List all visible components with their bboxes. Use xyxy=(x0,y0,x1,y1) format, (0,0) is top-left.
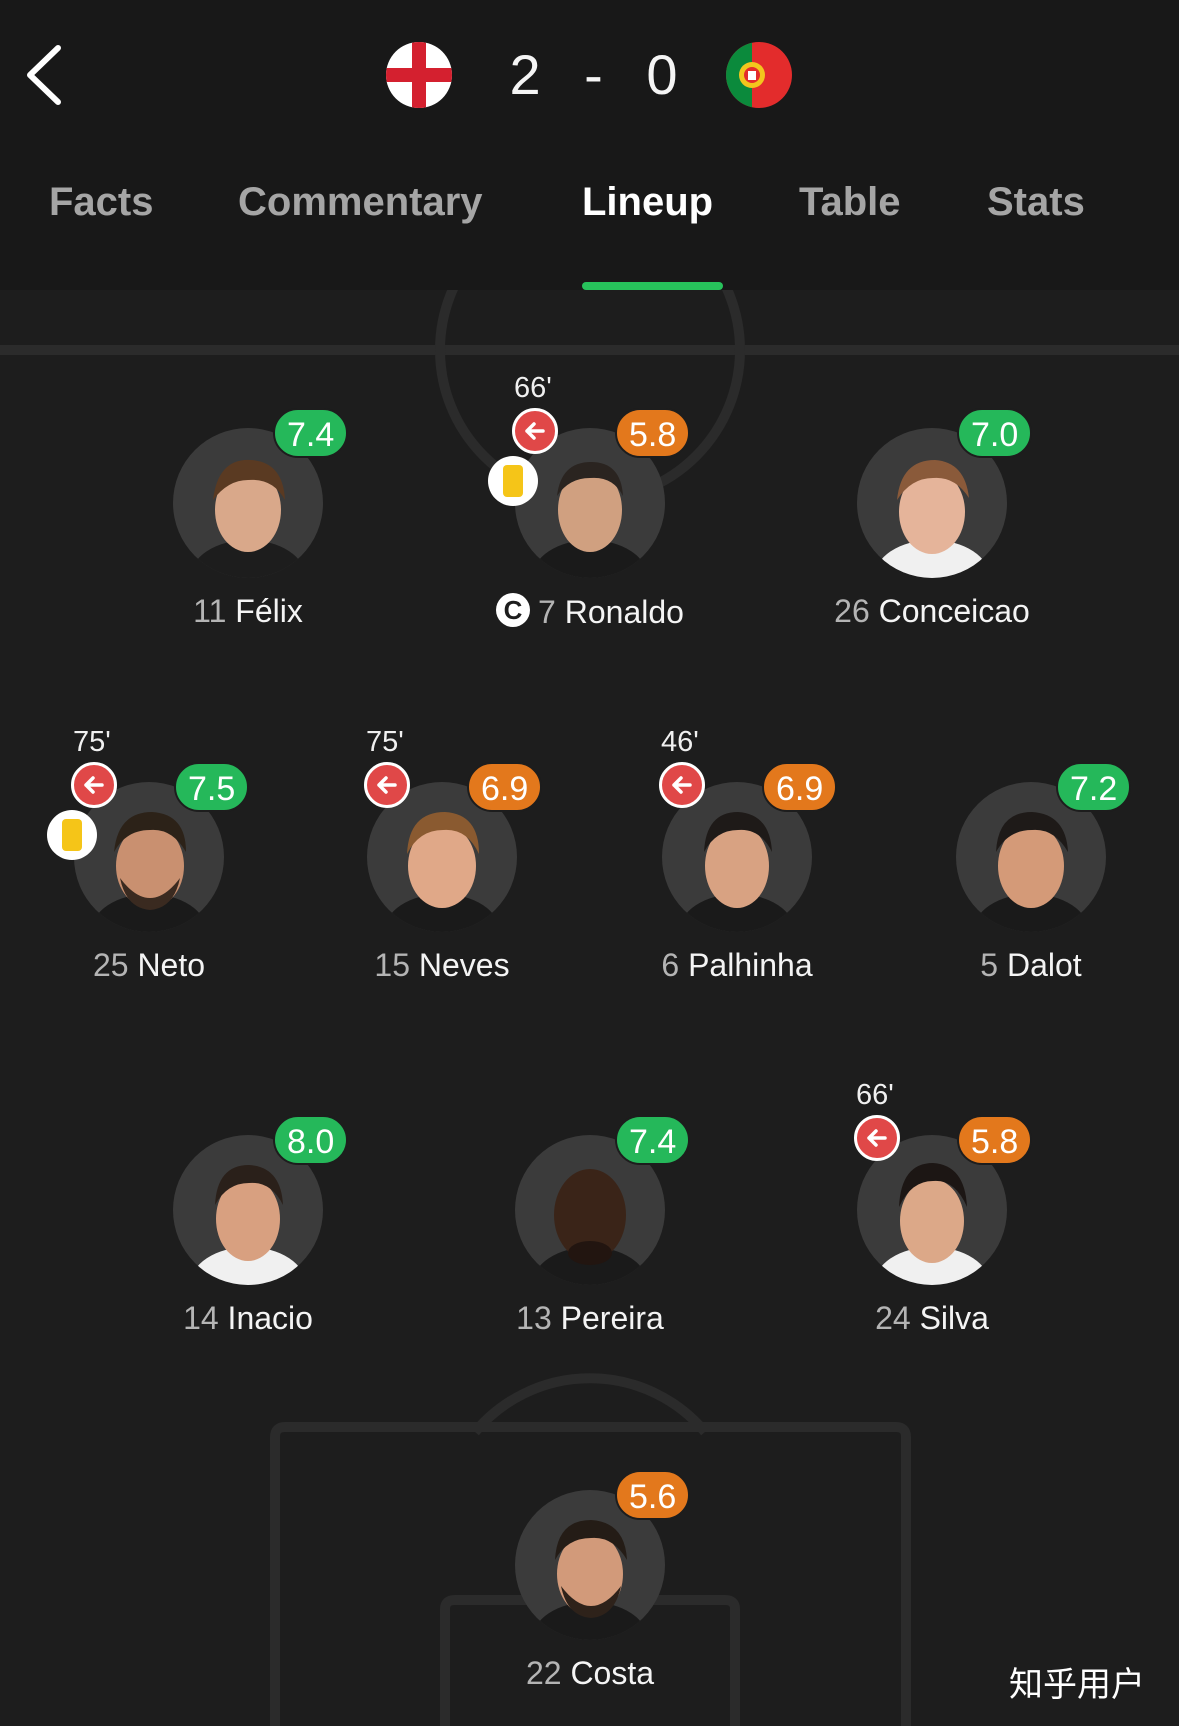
active-tab-indicator xyxy=(582,282,723,290)
away-score: 0 xyxy=(646,43,681,106)
rating-badge: 7.4 xyxy=(273,408,349,458)
player-label: 6 Palhinha xyxy=(577,947,897,984)
rating-badge: 6.9 xyxy=(467,762,543,812)
player-silva[interactable]: 66' 5.8 24 Silva xyxy=(812,1079,1052,1365)
player-label: 5 Dalot xyxy=(871,947,1179,984)
rating-badge: 5.6 xyxy=(615,1470,691,1520)
player-neves[interactable]: 75' 6.9 15 Neves xyxy=(322,726,562,1012)
substituted-off-icon xyxy=(854,1115,900,1161)
yellow-card-icon xyxy=(47,810,97,860)
home-score: 2 xyxy=(509,43,544,106)
substitution-time: 75' xyxy=(366,726,404,758)
player-felix[interactable]: 7.4 11 Félix xyxy=(128,408,368,658)
player-label: 14 Inacio xyxy=(88,1300,408,1337)
substituted-off-icon xyxy=(364,762,410,808)
rating-badge: 8.0 xyxy=(273,1115,349,1165)
rating-badge: 7.0 xyxy=(957,408,1033,458)
shirt-number: 5 xyxy=(980,947,999,983)
player-name: Neto xyxy=(137,947,206,983)
player-palhinha[interactable]: 46' 6.9 6 Palhinha xyxy=(617,726,857,1012)
shirt-number: 24 xyxy=(875,1300,911,1336)
player-name: Costa xyxy=(570,1655,655,1691)
player-pereira[interactable]: 7.4 13 Pereira xyxy=(470,1115,710,1365)
player-label: 11 Félix xyxy=(88,593,408,630)
back-arrow-icon[interactable] xyxy=(22,42,72,108)
player-name: Pereira xyxy=(560,1300,664,1336)
substitution-time: 66' xyxy=(514,372,552,404)
tab-bar: Facts Commentary Lineup Table Stats xyxy=(0,180,1179,250)
player-dalot[interactable]: 7.2 5 Dalot xyxy=(911,762,1151,1012)
substitution-time: 66' xyxy=(856,1079,894,1111)
scoreline: 2 - 0 xyxy=(500,40,690,110)
match-header: 2 - 0 Facts Commentary Lineup Table Stat… xyxy=(0,0,1179,290)
shirt-number: 13 xyxy=(516,1300,552,1336)
player-conceicao[interactable]: 7.0 26 Conceicao xyxy=(812,408,1052,658)
player-name: Silva xyxy=(919,1300,989,1336)
rating-badge: 7.5 xyxy=(174,762,250,812)
tab-table[interactable]: Table xyxy=(799,180,901,225)
shirt-number: 22 xyxy=(525,1655,562,1691)
player-neto[interactable]: 75' 7.5 25 Neto xyxy=(29,726,269,1012)
player-name: Neves xyxy=(418,947,510,983)
score-separator: - xyxy=(584,43,606,106)
player-label: 22 Costa xyxy=(430,1655,750,1692)
player-name: Conceicao xyxy=(878,593,1030,629)
player-name: Ronaldo xyxy=(564,594,684,630)
shirt-number: 15 xyxy=(374,947,410,983)
shirt-number: 25 xyxy=(92,947,129,983)
substitution-time: 75' xyxy=(73,726,111,758)
shirt-number: 6 xyxy=(661,947,680,983)
player-name: Dalot xyxy=(1006,947,1082,983)
shirt-number: 14 xyxy=(183,1300,219,1336)
watermark: 知乎用户 xyxy=(1009,1666,1145,1704)
shirt-number: 11 xyxy=(193,593,227,629)
player-label: C7 Ronaldo xyxy=(430,593,750,631)
player-label: 15 Neves xyxy=(282,947,602,984)
player-label: 13 Pereira xyxy=(430,1300,750,1337)
captain-icon: C xyxy=(496,593,531,627)
tab-stats[interactable]: Stats xyxy=(987,180,1085,225)
substituted-off-icon xyxy=(71,762,117,808)
rating-badge: 7.4 xyxy=(615,1115,691,1165)
rating-badge: 5.8 xyxy=(615,408,691,458)
substituted-off-icon xyxy=(512,408,558,454)
player-inacio[interactable]: 8.0 14 Inacio xyxy=(128,1115,368,1365)
tab-lineup[interactable]: Lineup xyxy=(582,180,713,225)
lineup-pitch: 7.4 11 Félix 66' 5.8 C7 Ronaldo 7.0 26 C… xyxy=(0,290,1179,1726)
rating-badge: 5.8 xyxy=(957,1115,1033,1165)
substitution-time: 46' xyxy=(661,726,699,758)
player-ronaldo[interactable]: 66' 5.8 C7 Ronaldo xyxy=(470,372,710,658)
tab-commentary[interactable]: Commentary xyxy=(238,180,483,225)
player-name: Inacio xyxy=(227,1300,313,1336)
shirt-number: 7 xyxy=(538,594,556,630)
substituted-off-icon xyxy=(659,762,705,808)
player-costa[interactable]: 5.6 22 Costa xyxy=(470,1470,710,1720)
yellow-card-icon xyxy=(488,456,538,506)
player-label: 25 Neto xyxy=(0,947,309,984)
player-name: Palhinha xyxy=(688,947,813,983)
player-name: Félix xyxy=(235,593,303,629)
rating-badge: 6.9 xyxy=(762,762,838,812)
england-flag-icon xyxy=(386,42,452,108)
tab-facts[interactable]: Facts xyxy=(49,180,154,225)
player-label: 26 Conceicao xyxy=(772,593,1092,630)
shirt-number: 26 xyxy=(834,593,870,629)
rating-badge: 7.2 xyxy=(1056,762,1132,812)
portugal-flag-icon xyxy=(726,42,792,108)
player-label: 24 Silva xyxy=(772,1300,1092,1337)
